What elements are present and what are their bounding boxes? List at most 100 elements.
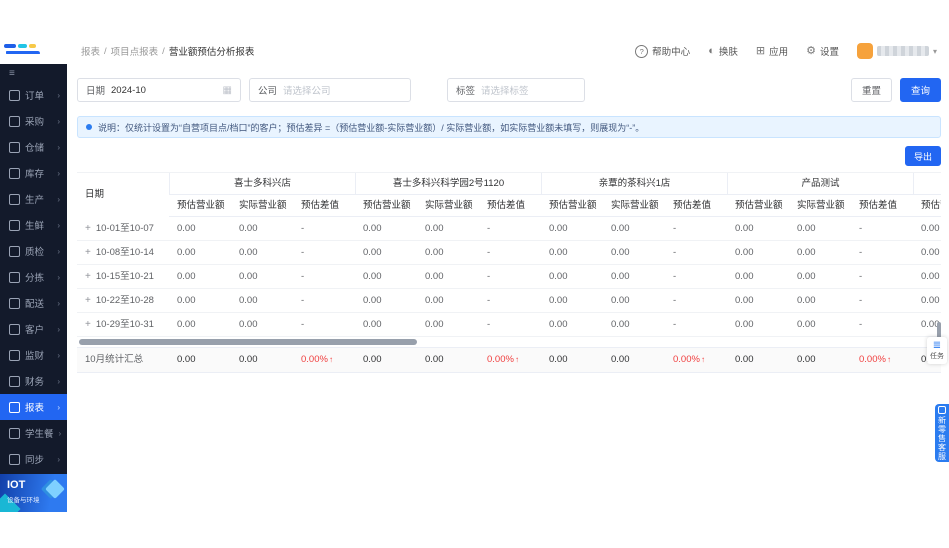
value-cell: - (673, 223, 677, 234)
sidebar-item-5[interactable]: 生鲜 › (0, 212, 67, 238)
sidebar-item-label: 分拣 (25, 273, 45, 284)
store-group-header: 亲覃的茶科兴1店 (541, 173, 727, 195)
summary-row: 10月统计汇总 0.00 0.00 0.00%↑ 0.00 0.00 0.00%↑ 0.00 0… (77, 347, 941, 373)
customer-service-button[interactable]: 新零售客服 (935, 404, 949, 462)
task-float-button[interactable]: ≣ 任务 (927, 337, 947, 364)
date-picker[interactable]: 日期 2024-10 ▦ (77, 78, 241, 102)
expand-icon[interactable]: + (85, 271, 91, 282)
col-header: 预估差值 (293, 195, 355, 217)
sidebar-item-13[interactable]: 学生餐 › (0, 420, 67, 446)
value-cell: 0.00 (177, 223, 196, 234)
col-header: 实际营业额 (417, 195, 479, 217)
sidebar-item-0[interactable]: 订单 › (0, 82, 67, 108)
sidebar-item-4[interactable]: 生产 › (0, 186, 67, 212)
user-menu[interactable]: ▾ (856, 43, 937, 59)
breadcrumb-item[interactable]: 项目点报表 (111, 44, 159, 58)
expand-icon[interactable]: + (85, 319, 91, 330)
sidebar-item-label: 同步 (25, 455, 45, 466)
col-header: 实际营业额 (789, 195, 851, 217)
value-cell: 0.00 (363, 319, 382, 330)
app-logo[interactable] (0, 38, 67, 64)
summary-cell: 0.00%↑ (859, 354, 891, 365)
summary-cell: 0.00 (611, 354, 630, 365)
logo-shape (6, 51, 40, 54)
sidebar-collapse-icon[interactable]: ≡ (0, 64, 67, 82)
table-row: +10-01至10-07 0.00 0.00 - 0.00 0.00 - 0.00 0.00 - 0… (77, 217, 941, 241)
chevron-right-icon: › (57, 220, 60, 230)
menu-icon (9, 323, 20, 335)
sidebar-item-6[interactable]: 质检 › (0, 238, 67, 264)
date-label: 日期 (86, 86, 106, 97)
sidebar-item-3[interactable]: 库存 › (0, 160, 67, 186)
tag-select[interactable]: 标签 请选择标签 (447, 78, 585, 102)
search-button[interactable]: 查询 (899, 78, 941, 102)
value-cell: 0.00 (239, 271, 258, 282)
horizontal-scrollbar[interactable] (77, 337, 941, 347)
value-cell: 0.00 (549, 271, 568, 282)
value-cell: - (487, 223, 491, 234)
expand-icon[interactable]: + (85, 247, 91, 258)
breadcrumb-item[interactable]: 报表 (81, 44, 100, 58)
reset-button[interactable]: 重置 (850, 78, 892, 102)
chevron-right-icon: › (57, 116, 60, 126)
sidebar-item-label: 配送 (25, 299, 45, 310)
value-cell: 0.00 (425, 247, 444, 258)
sidebar-item-label: 监财 (25, 351, 45, 362)
horizontal-scrollbar-thumb[interactable] (79, 339, 417, 345)
summary-cell: 0.00 (177, 354, 196, 365)
value-cell: 0.00 (921, 271, 940, 282)
expand-icon[interactable]: + (85, 223, 91, 234)
logo-shape (4, 44, 16, 48)
sidebar-item-9[interactable]: 客户 › (0, 316, 67, 342)
export-button[interactable]: 导出 (904, 146, 941, 166)
menu-icon (9, 427, 20, 439)
sidebar-item-10[interactable]: 监财 › (0, 342, 67, 368)
value-cell: - (487, 271, 491, 282)
sidebar-item-2[interactable]: 仓储 › (0, 134, 67, 160)
value-cell: 0.00 (363, 271, 382, 282)
menu-icon (9, 401, 20, 413)
chevron-right-icon: › (57, 90, 60, 100)
sidebar-item-12[interactable]: 报表 › (0, 394, 67, 420)
settings-button[interactable]: ⚙ 设置 (806, 44, 839, 58)
chevron-right-icon: › (57, 324, 60, 334)
date-cell: +10-15至10-21 (77, 265, 169, 288)
value-cell: 0.00 (611, 271, 630, 282)
value-cell: 0.00 (921, 247, 940, 258)
sidebar-item-7[interactable]: 分拣 › (0, 264, 67, 290)
value-cell: 0.00 (239, 295, 258, 306)
col-header: 预估差值 (479, 195, 541, 217)
change-skin-button[interactable]: ◐ 换肤 (708, 44, 738, 58)
chevron-down-icon: ▾ (932, 46, 937, 56)
value-cell: 0.00 (177, 295, 196, 306)
col-header: 实际营业额 (231, 195, 293, 217)
sidebar-item-label: 订单 (25, 91, 45, 102)
sidebar-item-1[interactable]: 采购 › (0, 108, 67, 134)
sidebar-item-14[interactable]: 同步 › (0, 446, 67, 472)
value-cell: 0.00 (735, 319, 754, 330)
up-arrow-icon: ↑ (514, 355, 519, 364)
date-range-label: 10-29至10-31 (95, 319, 154, 330)
iot-panel[interactable]: IOT 设备与环境 (0, 474, 67, 512)
up-arrow-icon: ↑ (328, 355, 333, 364)
sidebar-item-8[interactable]: 配送 › (0, 290, 67, 316)
store-group-header: 产品测试 (727, 173, 913, 195)
sidebar-item-label: 客户 (25, 325, 45, 336)
chevron-right-icon: › (57, 168, 60, 178)
menu-icon (9, 453, 20, 465)
sidebar-item-11[interactable]: 财务 › (0, 368, 67, 394)
company-select[interactable]: 公司 请选择公司 (249, 78, 411, 102)
date-range-label: 10-08至10-14 (95, 247, 154, 258)
value-cell: 0.00 (549, 295, 568, 306)
help-center-button[interactable]: ? 帮助中心 (635, 44, 690, 58)
expand-icon[interactable]: + (85, 295, 91, 306)
layers-icon: ≣ (932, 339, 942, 351)
summary-cell: 0.00 (549, 354, 568, 365)
value-cell: 0.00 (797, 319, 816, 330)
topbar-actions: ? 帮助中心 ◐ 换肤 ⊞ 应用 ⚙ 设置 ▾ (635, 43, 937, 59)
summary-cell: 0.00 (363, 354, 382, 365)
menu-icon (9, 297, 20, 309)
up-arrow-icon: ↑ (700, 355, 705, 364)
menu-icon (9, 375, 20, 387)
apps-button[interactable]: ⊞ 应用 (756, 44, 788, 58)
